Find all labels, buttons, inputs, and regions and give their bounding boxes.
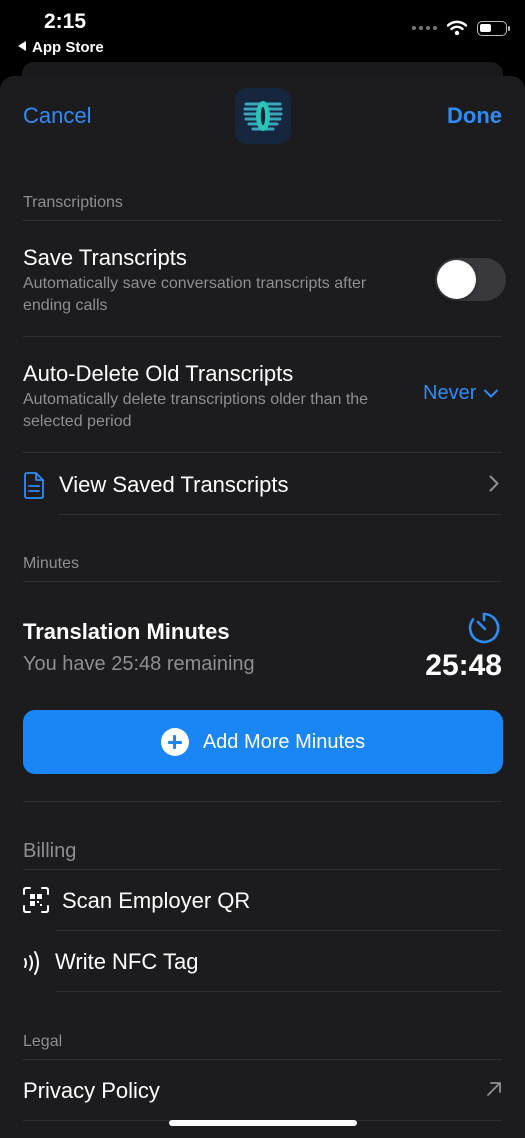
- minutes-remaining-text: You have 25:48 remaining: [23, 653, 255, 675]
- battery-icon: [477, 20, 510, 36]
- app-logo-icon: [243, 101, 283, 131]
- back-to-app-store[interactable]: App Store: [18, 39, 104, 56]
- status-icons: [412, 20, 510, 36]
- toggle-knob: [437, 260, 476, 299]
- done-button[interactable]: Done: [447, 103, 502, 129]
- chevron-right-icon: [489, 475, 499, 492]
- view-saved-transcripts-link[interactable]: View Saved Transcripts: [59, 472, 288, 498]
- back-arrow-icon: [18, 41, 26, 51]
- back-app-label: App Store: [32, 39, 104, 56]
- section-header-billing: Billing: [23, 840, 77, 862]
- auto-delete-title: Auto-Delete Old Transcripts: [23, 361, 294, 386]
- status-time: 2:15: [44, 10, 87, 33]
- section-header-legal: Legal: [23, 1033, 63, 1050]
- save-transcripts-subtitle: Automatically save conversation transcri…: [23, 275, 367, 314]
- home-indicator: [169, 1120, 357, 1126]
- divider: [56, 930, 502, 931]
- external-link-icon: [487, 1082, 501, 1096]
- minutes-value: 25:48: [425, 649, 502, 682]
- app-logo: [235, 88, 291, 144]
- divider: [23, 869, 502, 870]
- section-header-transcriptions: Transcriptions: [23, 194, 123, 211]
- auto-delete-picker[interactable]: Never: [423, 382, 499, 405]
- wifi-icon: [447, 20, 467, 36]
- auto-delete-subtitle: Automatically delete transcriptions olde…: [23, 391, 369, 430]
- add-more-minutes-button[interactable]: Add More Minutes: [23, 710, 503, 774]
- translation-minutes-title: Translation Minutes: [23, 619, 230, 644]
- divider: [23, 220, 502, 221]
- signal-icon: [412, 26, 437, 30]
- plus-circle-icon: [160, 728, 189, 756]
- save-transcripts-title: Save Transcripts: [23, 245, 187, 270]
- divider: [23, 336, 502, 337]
- nfc-icon: [24, 951, 39, 975]
- document-icon: [24, 472, 44, 499]
- scan-employer-qr-link[interactable]: Scan Employer QR: [62, 888, 250, 914]
- divider: [56, 991, 502, 992]
- cancel-button[interactable]: Cancel: [23, 103, 91, 129]
- divider: [59, 514, 502, 515]
- save-transcripts-toggle[interactable]: [435, 258, 506, 301]
- auto-delete-value: Never: [423, 382, 477, 404]
- divider: [23, 801, 502, 802]
- settings-sheet: Cancel Done Transcriptions Save Transcri…: [0, 76, 525, 1138]
- timer-icon: [468, 612, 500, 644]
- write-nfc-tag-link[interactable]: Write NFC Tag: [55, 949, 198, 975]
- section-header-minutes: Minutes: [23, 555, 80, 572]
- divider: [23, 1059, 502, 1060]
- add-more-minutes-label: Add More Minutes: [202, 730, 366, 753]
- chevron-down-icon: [484, 389, 499, 398]
- divider: [23, 452, 502, 453]
- divider: [23, 581, 502, 582]
- privacy-policy-link[interactable]: Privacy Policy: [23, 1078, 160, 1104]
- qr-scan-icon: [23, 887, 49, 913]
- status-bar: 2:15 App Store: [0, 0, 525, 62]
